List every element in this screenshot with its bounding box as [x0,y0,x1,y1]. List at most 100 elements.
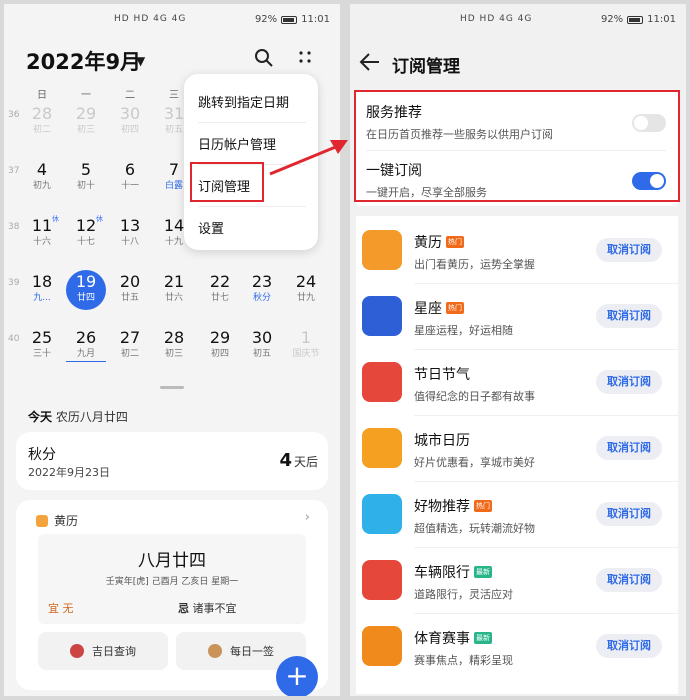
ganzhi-line: 壬寅年[虎] 己酉月 乙亥日 星期一 [105,577,239,587]
day-cell[interactable]: 21 廿六 [154,272,194,304]
lantern-icon [70,644,84,658]
day-cell[interactable]: 4 初九 [22,160,62,192]
day-number: 22 [209,272,231,291]
day-cell[interactable]: 28 初二 [22,104,62,136]
service-icon [362,362,402,402]
service-desc: 值得纪念的日子都有故事 [414,390,535,403]
day-number: 4 [36,160,48,179]
today-lunar: 农历八月廿四 [55,410,128,424]
menu-item-settings[interactable]: 设置 [198,218,224,237]
day-cell[interactable]: 25 三十 [22,328,62,360]
day-cell[interactable]: 27 初二 [110,328,150,360]
day-number: 28 [31,104,53,123]
lucky-day-button[interactable]: 吉日查询 [38,632,168,670]
menu-item-jump-to-date[interactable]: 跳转到指定日期 [198,92,289,111]
day-cell[interactable]: 29 初三 [66,104,106,136]
service-list: 黄历 热门 出门看黄历，运势全掌握 取消订阅 星座 热门 星座运程，好运相随 取消订阅 节日节气… [356,216,678,694]
day-cell[interactable]: 28 初三 [154,328,194,360]
day-number: 6 [124,160,136,179]
event-date: 2022年9月23日 [28,466,110,479]
lunar-label: 初三 [76,125,95,135]
service-desc: 超值精选，玩转潮流好物 [414,522,535,535]
service-name-line: 体育赛事 最新 [414,628,492,648]
week-number: 40 [8,334,20,344]
service-name-line: 星座 热门 [414,298,464,318]
day-cell[interactable]: 26 九月 [66,328,106,362]
day-number: 29 [75,104,97,123]
battery-icon [281,15,298,24]
day-number: 11 [31,216,53,235]
service-name-line: 黄历 热门 [414,232,464,252]
day-cell[interactable]: 22 廿七 [200,272,240,304]
daily-sign-label: 每日一签 [230,645,274,658]
service-name: 黄历 [414,235,442,251]
service-name-line: 车辆限行 最新 [414,562,492,582]
service-icon [362,230,402,270]
service-item[interactable]: 节日节气 值得纪念的日子都有故事 取消订阅 [356,350,678,416]
unsubscribe-button[interactable]: 取消订阅 [596,304,662,328]
unsubscribe-button[interactable]: 取消订阅 [596,436,662,460]
add-event-button[interactable]: + [276,656,318,696]
day-number: 19 [75,272,97,291]
status-bar: HD HD 4G 4G 92% 11:01 [350,4,686,34]
drag-handle[interactable] [160,386,184,389]
day-cell[interactable]: 23 秋分 [242,272,282,304]
event-title: 秋分 [28,447,56,463]
countdown-unit: 天后 [293,455,318,469]
week-number: 36 [8,110,20,120]
month-title[interactable]: 2022年9月 [26,46,141,76]
service-item[interactable]: 城市日历 好片优惠看，享城市美好 取消订阅 [356,416,678,482]
lunar-label: 廿六 [164,293,183,303]
lunar-label: 初二 [32,125,51,135]
day-cell[interactable]: 6 十一 [110,160,150,192]
day-cell[interactable]: 30 初四 [110,104,150,136]
subscription-header: 订阅管理 [350,44,686,84]
lunar-label: 十八 [120,237,139,247]
lucky-day-label: 吉日查询 [92,645,136,658]
service-item[interactable]: 体育赛事 最新 赛事焦点，精彩呈现 取消订阅 [356,614,678,680]
day-cell[interactable]: 12 十七 [66,216,106,248]
face-icon [208,644,222,658]
day-cell[interactable]: 30 初五 [242,328,282,360]
service-item[interactable]: 黄历 热门 出门看黄历，运势全掌握 取消订阅 [356,218,678,284]
day-cell[interactable]: 18 九... [22,272,62,304]
service-item[interactable]: 好物推荐 热门 超值精选，玩转潮流好物 取消订阅 [356,482,678,548]
day-cell[interactable]: 19 廿四 [66,272,106,304]
day-number: 30 [119,104,141,123]
service-tag: 最新 [474,566,492,578]
day-cell[interactable]: 24 廿九 [286,272,326,304]
day-cell[interactable]: 5 初十 [66,160,106,192]
ji-line: 忌 诸事不宜 [178,600,237,616]
search-icon[interactable] [254,48,274,68]
unsubscribe-button[interactable]: 取消订阅 [596,238,662,262]
day-number: 21 [163,272,185,291]
back-arrow-icon[interactable] [358,50,382,74]
unsubscribe-button[interactable]: 取消订阅 [596,568,662,592]
day-cell[interactable]: 1 国庆节 [286,328,326,360]
service-tag: 最新 [474,632,492,644]
unsubscribe-button[interactable]: 取消订阅 [596,370,662,394]
menu-divider [198,122,306,123]
unsubscribe-button[interactable]: 取消订阅 [596,634,662,658]
day-cell[interactable]: 11 十六 [22,216,62,248]
unsubscribe-button[interactable]: 取消订阅 [596,502,662,526]
service-item[interactable]: 星座 热门 星座运程，好运相随 取消订阅 [356,284,678,350]
day-cell[interactable]: 29 初四 [200,328,240,360]
chevron-right-icon[interactable]: › [305,510,310,525]
event-card[interactable]: 秋分 2022年9月23日 4 天后 [16,432,328,490]
lunar-label: 秋分 [252,293,271,303]
service-tag: 热门 [446,302,464,314]
lunar-label: 九... [33,293,51,303]
menu-item-account-manage[interactable]: 日历帐户管理 [198,134,276,153]
service-name: 车辆限行 [414,565,470,581]
day-number: 18 [31,272,53,291]
caret-down-icon[interactable]: ▼ [136,54,145,68]
clock: 11:01 [647,14,676,25]
battery-percent: 92% [254,14,278,25]
more-icon[interactable] [298,50,312,64]
day-cell[interactable]: 20 廿五 [110,272,150,304]
lunar-label: 初五 [252,349,271,359]
weekday-label: 一 [81,90,91,101]
day-cell[interactable]: 13 十八 [110,216,150,248]
service-item[interactable]: 车辆限行 最新 道路限行，灵活应对 取消订阅 [356,548,678,614]
